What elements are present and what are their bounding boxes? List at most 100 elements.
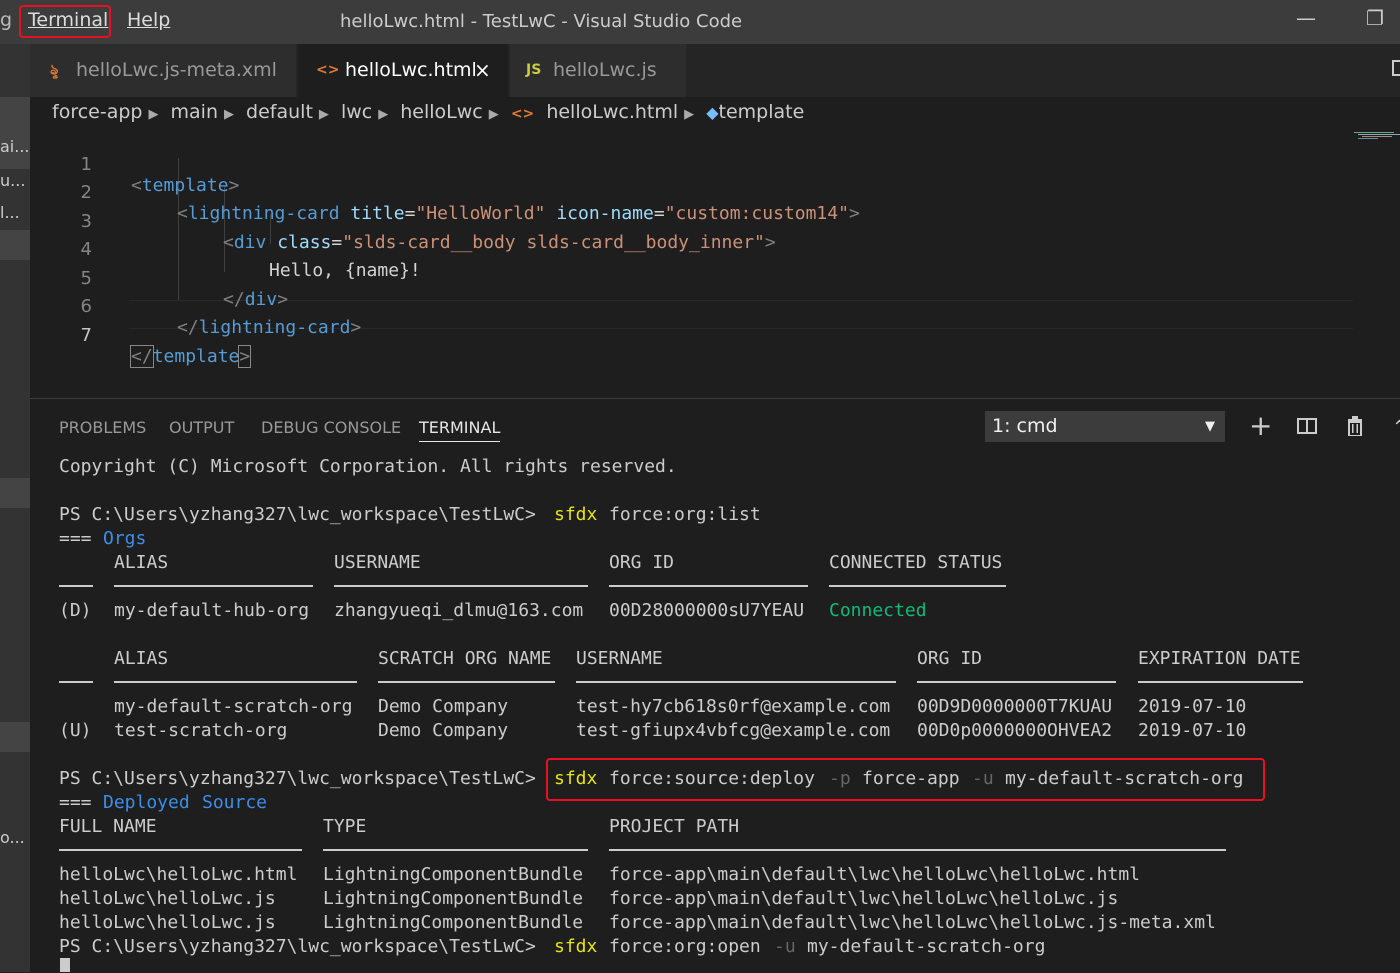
js-icon: JS <box>526 62 542 78</box>
table-header: PROJECT PATH <box>609 816 740 837</box>
side-label[interactable]: o... <box>0 828 30 847</box>
bottom-panel: PROBLEMS OUTPUT DEBUG CONSOLE TERMINAL 1… <box>30 398 1400 973</box>
tab-debug-console[interactable]: DEBUG CONSOLE <box>261 418 401 437</box>
table-header: USERNAME <box>334 552 421 573</box>
side-label[interactable]: u... <box>0 171 30 190</box>
side-block <box>0 722 30 752</box>
side-label[interactable]: l... <box>0 203 30 222</box>
breadcrumb-item[interactable]: force-app <box>52 101 142 123</box>
tab-helloLwc-js-meta-xml[interactable]: ৡ helloLwc.js-meta.xml <box>30 44 296 97</box>
html-brackets-icon: <> <box>510 106 535 122</box>
table-cell: Demo Company <box>378 696 509 717</box>
table-cell: zhangyueqi_dlmu@163.com <box>334 600 584 621</box>
code-line: 4 Hello, {name}! <box>30 218 1400 281</box>
table-cell: 00D9D0000000T7KUAU <box>917 696 1113 717</box>
minimap[interactable] <box>1354 131 1400 141</box>
chevron-up-icon[interactable]: ⌃ <box>1392 417 1400 438</box>
close-icon[interactable]: × <box>474 44 491 97</box>
table-header: ORG ID <box>917 648 983 669</box>
terminal-command: sfdx <box>554 936 598 957</box>
table-cell: helloLwc\helloLwc.html <box>59 864 298 885</box>
table-header: ALIAS <box>114 648 169 669</box>
table-cell: test-scratch-org <box>114 720 288 741</box>
table-rule <box>59 585 93 587</box>
table-cell: helloLwc\helloLwc.js <box>59 888 276 909</box>
chevron-right-icon: ▶ <box>318 107 329 122</box>
table-cell: LightningComponentBundle <box>323 864 584 885</box>
cube-icon: ◆ <box>706 103 719 122</box>
tag-name: template <box>152 346 240 367</box>
html-brackets-icon: <> <box>316 62 340 78</box>
code-line: 7 </template> <box>30 304 1400 368</box>
terminal-line: Copyright (C) Microsoft Corporation. All… <box>59 456 677 477</box>
table-rule <box>829 585 1006 587</box>
table-header: EXPIRATION DATE <box>1138 648 1301 669</box>
table-rule <box>917 681 1116 683</box>
code-line: 3 <div class="slds-card__body slds-card_… <box>30 190 1400 253</box>
chevron-down-icon: ▼ <box>1205 419 1215 434</box>
table-cell: my-default-scratch-org <box>114 696 353 717</box>
code-text: </template> <box>130 345 252 368</box>
table-cell: (U) <box>59 720 92 741</box>
split-icon[interactable] <box>1297 418 1317 434</box>
split-editor-icon[interactable] <box>1392 60 1400 76</box>
tab-problems[interactable]: PROBLEMS <box>59 418 146 437</box>
tab-label: helloLwc.js <box>553 59 657 81</box>
tab-helloLwc-html[interactable]: <> helloLwc.html × <box>298 44 508 97</box>
tag-bracket: > <box>238 345 252 368</box>
code-line: 6 </lightning-card> <box>30 275 1400 338</box>
line-number: 7 <box>80 325 92 346</box>
terminal-prompt: PS C:\Users\yzhang327\lwc_workspace\Test… <box>59 936 536 957</box>
tab-output[interactable]: OUTPUT <box>169 418 234 437</box>
table-header: ALIAS <box>114 552 169 573</box>
terminal-line: === <box>59 792 92 813</box>
side-block <box>0 478 30 508</box>
table-cell: 2019-07-10 <box>1138 720 1247 741</box>
highlight-box-deploy-command <box>546 758 1265 801</box>
terminal-select[interactable]: 1: cmd ▼ <box>985 411 1225 442</box>
breadcrumb-item[interactable]: template <box>719 101 805 123</box>
minimize-button[interactable]: — <box>1296 6 1316 30</box>
breadcrumb: force-app ▶ main ▶ default ▶ lwc ▶ helloLwc ▶… <box>52 101 810 123</box>
code-editor[interactable]: 1 <template> 2 <lightning-card title="He… <box>30 130 1400 398</box>
menu-help[interactable]: Help <box>127 9 170 31</box>
tab-helloLwc-js[interactable]: JS helloLwc.js <box>510 44 686 97</box>
table-rule <box>59 849 302 851</box>
table-rule <box>576 681 896 683</box>
trash-icon[interactable] <box>1347 416 1363 436</box>
table-cell: force-app\main\default\lwc\helloLwc\hell… <box>609 864 1141 885</box>
terminal-line: === <box>59 528 92 549</box>
table-rule <box>609 585 808 587</box>
table-rule <box>1138 681 1303 683</box>
table-header: FULL NAME <box>59 816 157 837</box>
breadcrumb-item[interactable]: default <box>246 101 313 123</box>
table-cell: test-gfiupx4vbfcg@example.com <box>576 720 891 741</box>
table-cell: (D) <box>59 600 92 621</box>
restore-button[interactable]: ❐ <box>1366 6 1384 30</box>
terminal-flag: -u <box>774 936 796 957</box>
menu-item-clipped[interactable]: g <box>0 9 12 31</box>
side-strip: ai... u... l... o... <box>0 44 30 972</box>
breadcrumb-item[interactable]: lwc <box>341 101 372 123</box>
breadcrumb-item[interactable]: helloLwc <box>400 101 483 123</box>
xml-rss-icon: ৡ <box>50 62 59 78</box>
chevron-right-icon: ▶ <box>684 107 695 122</box>
chevron-right-icon: ▶ <box>224 107 234 122</box>
side-label[interactable]: ai... <box>0 137 30 156</box>
table-header: SCRATCH ORG NAME <box>378 648 552 669</box>
breadcrumb-item[interactable]: main <box>171 101 218 123</box>
breadcrumb-item[interactable]: helloLwc.html <box>546 101 678 123</box>
table-cell: force-app\main\default\lwc\helloLwc\hell… <box>609 912 1216 933</box>
table-cell: LightningComponentBundle <box>323 912 584 933</box>
table-header: TYPE <box>323 816 367 837</box>
terminal-prompt: PS C:\Users\yzhang327\lwc_workspace\Test… <box>59 504 536 525</box>
table-cell: 00D28000000sU7YEAU <box>609 600 805 621</box>
table-rule <box>114 681 357 683</box>
side-block <box>0 230 30 260</box>
side-block <box>0 97 30 169</box>
tab-terminal[interactable]: TERMINAL <box>419 418 501 442</box>
plus-icon[interactable]: + <box>1249 409 1272 442</box>
table-cell: my-default-hub-org <box>114 600 310 621</box>
code-line: 5 </div> <box>30 247 1400 310</box>
window-title: helloLwc.html - TestLwC - Visual Studio … <box>340 11 743 32</box>
